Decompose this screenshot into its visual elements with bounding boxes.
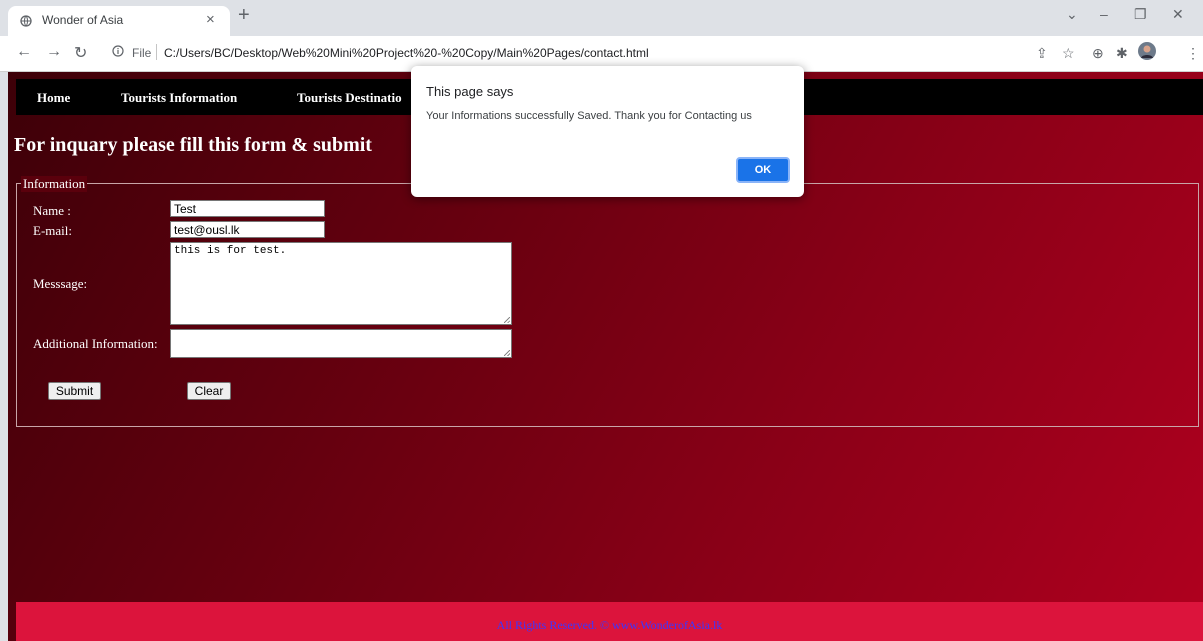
reload-icon[interactable]: ↻	[74, 43, 87, 63]
fieldset-legend: Information	[21, 176, 88, 192]
nav-home[interactable]: Home	[37, 90, 70, 106]
globe-icon	[20, 15, 32, 27]
tab-close-icon[interactable]: ×	[206, 11, 215, 28]
resize-handle-icon[interactable]	[504, 317, 510, 323]
nav-tourists-information[interactable]: Tourists Information	[121, 90, 237, 106]
address-separator	[156, 44, 157, 60]
name-input[interactable]: Test	[170, 200, 325, 217]
info-icon	[112, 45, 124, 57]
extensions-puzzle-icon[interactable]: ✱	[1116, 45, 1128, 62]
message-label: Messsage:	[33, 276, 88, 291]
resize-handle-icon[interactable]	[504, 350, 510, 356]
message-textarea[interactable]: this is for test.	[170, 242, 512, 325]
dialog-title: This page says	[426, 84, 514, 99]
restore-button[interactable]: ❐	[1134, 6, 1147, 23]
email-label: E-mail:	[33, 223, 72, 238]
ok-button[interactable]: OK	[736, 157, 790, 183]
tab-title: Wonder of Asia	[42, 13, 124, 27]
url-text[interactable]: C:/Users/BC/Desktop/Web%20Mini%20Project…	[164, 46, 649, 60]
browser-tab[interactable]: Wonder of Asia ×	[8, 6, 230, 36]
page-title: For inquary please fill this form & subm…	[14, 134, 372, 156]
browser-tab-bar: Wonder of Asia × + ⌄ – ❐ ✕	[0, 0, 1203, 36]
nav-tourists-destinations[interactable]: Tourists Destinatio	[297, 90, 402, 106]
back-arrow-icon[interactable]: ←	[16, 43, 32, 61]
share-icon[interactable]: ⇪	[1036, 45, 1048, 62]
bookmark-star-icon[interactable]: ☆	[1062, 45, 1075, 62]
forward-arrow-icon[interactable]: →	[46, 43, 62, 61]
new-tab-button[interactable]: +	[238, 4, 250, 27]
address-bar[interactable]: File C:/Users/BC/Desktop/Web%20Mini%20Pr…	[98, 40, 1032, 67]
dialog-message: Your Informations successfully Saved. Th…	[426, 110, 752, 122]
additional-info-textarea[interactable]	[170, 329, 512, 358]
name-label: Name :	[33, 203, 71, 218]
additional-info-label: Additional Information:	[33, 336, 158, 351]
page-footer: All Rights Reserved. © www.WonderofAsia.…	[16, 602, 1203, 641]
file-label: File	[132, 46, 152, 60]
message-text: this is for test.	[174, 245, 287, 257]
window-close-button[interactable]: ✕	[1172, 6, 1184, 23]
alert-dialog: This page says Your Informations success…	[411, 66, 804, 197]
tab-search-icon[interactable]: ⌄	[1066, 6, 1078, 23]
submit-button[interactable]: Submit	[48, 382, 101, 400]
email-input[interactable]: test@ousl.lk	[170, 221, 325, 238]
menu-dots-icon[interactable]: ⋮	[1186, 45, 1200, 62]
minimize-button[interactable]: –	[1100, 6, 1108, 22]
footer-copyright: All Rights Reserved. © www.WonderofAsia.…	[496, 618, 723, 632]
download-icon[interactable]: ⊕	[1092, 45, 1104, 62]
profile-avatar[interactable]	[1138, 42, 1156, 63]
clear-button[interactable]: Clear	[187, 382, 231, 400]
information-fieldset: Information Name : Test E-mail: test@ous…	[16, 176, 1199, 427]
